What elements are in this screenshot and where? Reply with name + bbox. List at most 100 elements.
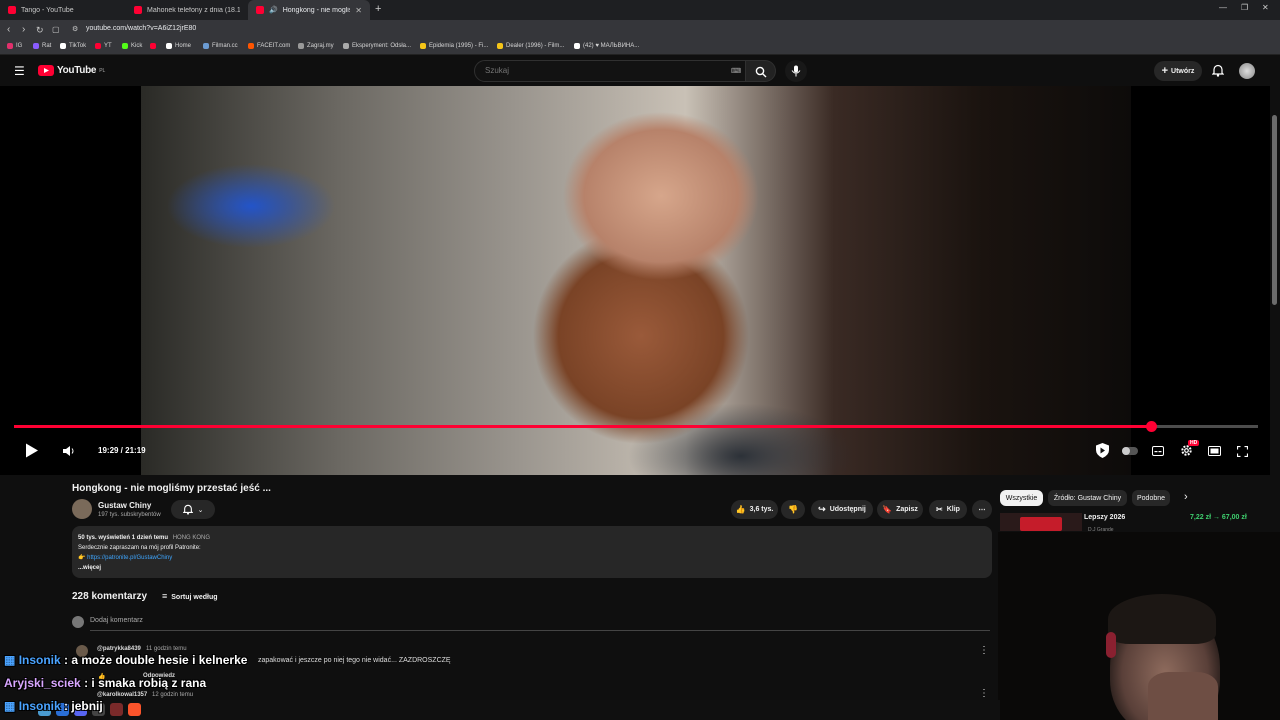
youtube-favicon-icon xyxy=(8,6,16,14)
search-input[interactable] xyxy=(485,66,715,75)
clip-label: Klip xyxy=(946,506,960,513)
show-more-link[interactable]: ...więcej xyxy=(78,563,986,573)
bookmark-item[interactable]: Eksperyment: Odsła... xyxy=(343,43,411,49)
chat-text: : i smaka robią z rana xyxy=(80,676,207,690)
reload-icon[interactable]: ↻ xyxy=(36,24,44,36)
sort-comments-button[interactable]: ≡ Sortuj według xyxy=(162,591,218,601)
youtube-favicon-icon xyxy=(134,6,142,14)
recommended-price: 7,22 zł → 67,00 zł xyxy=(1190,514,1247,521)
back-icon[interactable]: ‹ xyxy=(7,24,10,36)
chevron-right-icon[interactable]: › xyxy=(1184,491,1188,503)
thumbs-down-icon: 👎 xyxy=(788,505,798,514)
volume-icon[interactable] xyxy=(63,446,75,456)
channel-name[interactable]: Gustaw Chiny xyxy=(98,501,151,510)
video-player[interactable] xyxy=(0,86,1270,475)
bookmark-favicon-icon xyxy=(420,43,426,49)
more-actions-button[interactable]: ⋯ xyxy=(972,500,992,519)
chat-username: Insonik xyxy=(18,699,61,713)
share-arrow-icon: ↪ xyxy=(818,504,826,514)
bookmark-favicon-icon xyxy=(95,43,101,49)
bookmark-item[interactable]: (42) ♥ МАЛЬВИНА... xyxy=(574,43,639,49)
chip-from-channel[interactable]: Źródło: Gustaw Chiny xyxy=(1048,490,1127,506)
page-scrollbar[interactable] xyxy=(1272,115,1277,305)
bookmark-item[interactable]: Epidemia (1995) - Fi... xyxy=(420,43,488,49)
account-avatar[interactable] xyxy=(1239,63,1255,79)
hashtag[interactable]: HONG KONG xyxy=(173,535,210,541)
taskbar-app-icon[interactable] xyxy=(110,703,123,716)
comment-menu-icon[interactable]: ⋮ xyxy=(979,645,989,656)
voice-search-button[interactable] xyxy=(785,60,807,82)
keyboard-icon[interactable]: ⌨ xyxy=(731,67,741,75)
browser-tab-bar: Tango - YouTube Mahonek telefony z dnia … xyxy=(0,0,1280,20)
description-line: Serdecznie zapraszam na mój profil Patro… xyxy=(78,545,201,551)
chat-username: Insonik xyxy=(18,653,61,667)
close-window-icon[interactable]: ✕ xyxy=(1262,3,1269,12)
bookmark-item[interactable] xyxy=(150,43,159,49)
bookmark-item[interactable]: Dealer (1996) - Film... xyxy=(497,43,564,49)
comment-author[interactable]: @karolkowal1357 xyxy=(97,692,147,698)
bookmark-label: IG xyxy=(16,43,23,49)
comment-menu-icon[interactable]: ⋮ xyxy=(979,688,989,699)
site-info-icon[interactable]: ⚙ xyxy=(72,24,78,36)
chip-related[interactable]: Podobne xyxy=(1132,490,1170,506)
brave-browser-icon[interactable] xyxy=(128,703,141,716)
add-comment-input[interactable]: Dodaj komentarz xyxy=(90,617,990,631)
sort-icon: ≡ xyxy=(162,591,168,601)
channel-avatar[interactable] xyxy=(72,499,92,519)
patronite-link[interactable]: https://patronite.pl/GustawChiny xyxy=(87,555,172,561)
play-icon[interactable] xyxy=(25,443,39,458)
recommended-title[interactable]: Lepszy 2026 xyxy=(1084,514,1125,521)
progress-bar[interactable] xyxy=(14,421,1258,432)
close-tab-icon[interactable]: ✕ xyxy=(355,6,362,15)
bookmark-label: FACEIT.com xyxy=(257,43,291,49)
search-button[interactable] xyxy=(746,60,776,82)
dislike-button[interactable]: 👎 xyxy=(781,500,805,519)
forward-icon[interactable]: › xyxy=(22,24,25,36)
bookmark-favicon-icon xyxy=(248,43,254,49)
notifications-bell-icon[interactable] xyxy=(1212,64,1224,77)
bookmark-item[interactable]: Rat xyxy=(33,43,51,49)
bookmark-item[interactable]: Home xyxy=(166,43,191,49)
subscribed-notifications-button[interactable]: ⌄ xyxy=(171,500,215,519)
theater-mode-icon[interactable] xyxy=(1208,446,1221,456)
create-button[interactable]: + Utwórz xyxy=(1154,61,1202,81)
fullscreen-icon[interactable] xyxy=(1237,446,1248,457)
time-display: 19:29 / 21:19 xyxy=(98,446,146,455)
bookmark-item[interactable]: TikTok xyxy=(60,43,86,49)
bookmark-item[interactable]: IG xyxy=(7,43,22,49)
search-icon xyxy=(755,66,767,78)
taskbar xyxy=(0,700,1000,720)
youtube-logo[interactable]: YouTube PL xyxy=(38,65,105,76)
like-button[interactable]: 👍 3,6 tys. xyxy=(731,500,778,519)
minimize-icon[interactable]: — xyxy=(1219,3,1227,12)
youtube-play-icon xyxy=(38,65,54,76)
maximize-icon[interactable]: ❐ xyxy=(1241,3,1248,12)
bookmark-item[interactable]: FACEIT.com xyxy=(248,43,290,49)
recommended-thumbnail[interactable] xyxy=(1000,513,1082,531)
share-button[interactable]: ↪ Udostępnij xyxy=(811,500,873,519)
tab-hongkong[interactable]: 🔊 Hongkong - nie mogliśmy p ✕ xyxy=(248,0,370,20)
bookmark-item[interactable]: YT xyxy=(95,43,112,49)
tab-tango[interactable]: Tango - YouTube xyxy=(0,0,125,20)
comment-author[interactable]: @patrykka8439 xyxy=(97,646,141,652)
subtitles-icon[interactable] xyxy=(1152,446,1164,456)
hamburger-menu-icon[interactable]: ☰ xyxy=(14,64,25,78)
autoplay-toggle[interactable] xyxy=(1122,447,1138,455)
chip-all[interactable]: Wszystkie xyxy=(1000,490,1043,506)
description-box[interactable]: 50 tys. wyświetleń 1 dzień temu HONG KON… xyxy=(72,526,992,578)
new-tab-button[interactable]: + xyxy=(375,3,381,15)
bookmark-icon[interactable]: ▢ xyxy=(52,24,60,36)
autoplay-shield-icon[interactable] xyxy=(1094,442,1111,459)
search-box[interactable]: ⌨ xyxy=(474,60,746,82)
bookmark-item[interactable]: Filman.cc xyxy=(203,43,238,49)
bookmark-item[interactable]: Zagraj.my xyxy=(298,43,334,49)
bell-icon xyxy=(182,504,193,515)
save-button[interactable]: 🔖 Zapisz xyxy=(877,500,923,519)
bookmark-item[interactable]: Kick xyxy=(122,43,142,49)
chat-text: : jebnij xyxy=(60,699,103,713)
clip-button[interactable]: ✂ Klip xyxy=(929,500,967,519)
chat-badge-icon: ▦ xyxy=(4,699,16,713)
progress-scrubber[interactable] xyxy=(1146,421,1158,432)
address-bar[interactable]: youtube.com/watch?v=A6iZ12jrE80 xyxy=(86,25,196,32)
tab-mahonek[interactable]: Mahonek telefony z dnia (18.12.25) i xyxy=(126,0,248,20)
